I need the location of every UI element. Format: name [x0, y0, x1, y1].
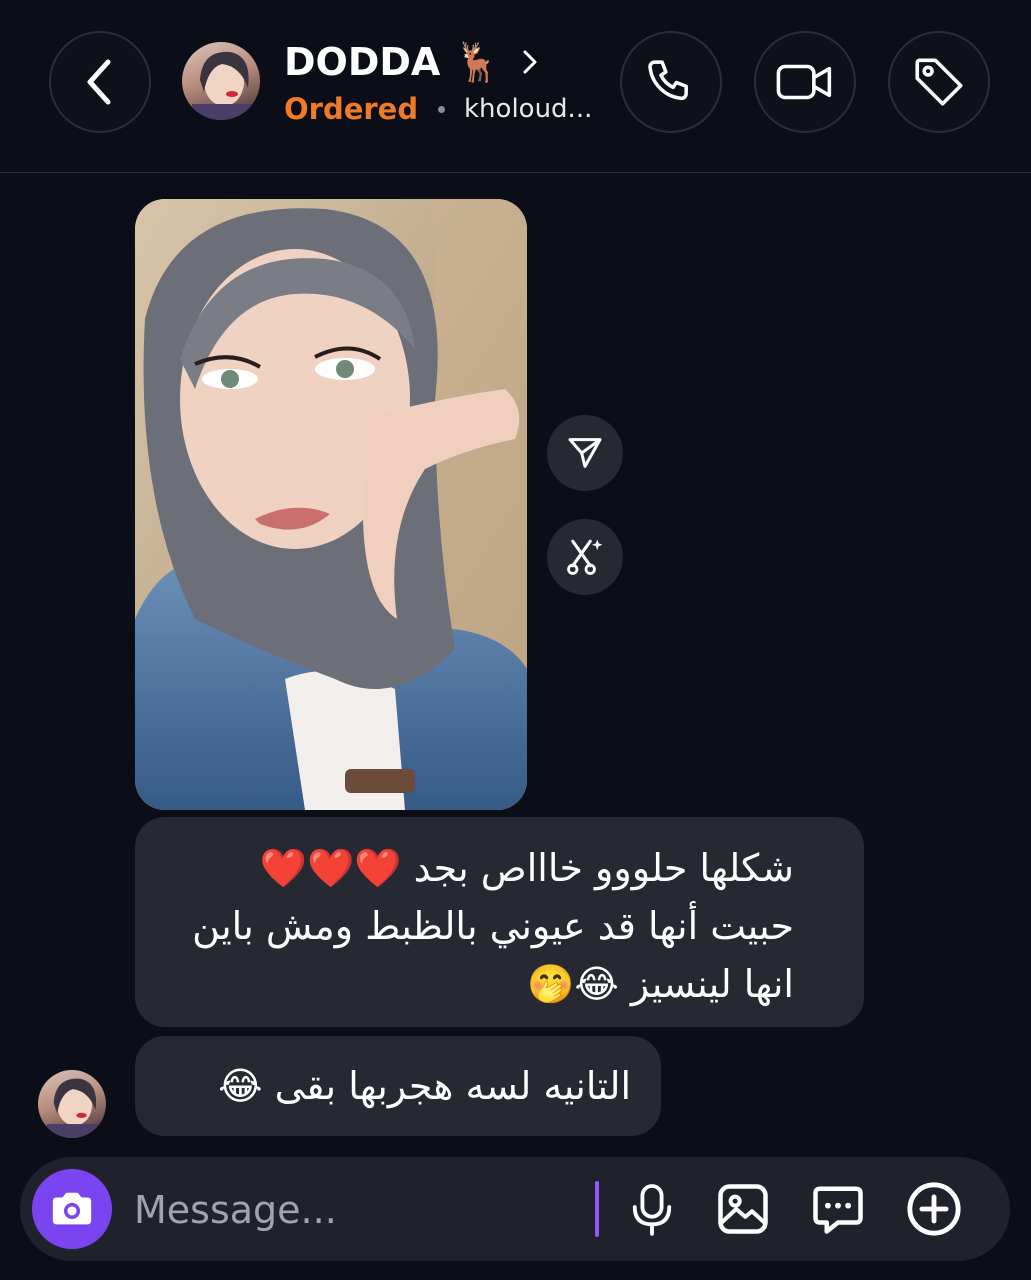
contact-handle: kholoud...	[464, 94, 593, 124]
contact-avatar[interactable]	[182, 42, 260, 120]
camera-button[interactable]	[32, 1169, 112, 1249]
ai-remix-icon	[567, 539, 603, 575]
video-call-button[interactable]	[754, 31, 856, 133]
message-bubble[interactable]: شكلها حلووو خاااص بجد ❤️❤️❤️ حبيت أنها ق…	[135, 817, 864, 1027]
avatar-image	[46, 1078, 100, 1138]
gallery-icon	[718, 1184, 768, 1234]
microphone-icon	[632, 1184, 672, 1236]
message-line: شكلها حلووو خاااص بجد ❤️❤️❤️	[259, 846, 794, 890]
call-button[interactable]	[620, 31, 722, 133]
more-options-button[interactable]	[904, 1179, 964, 1239]
photo-image	[135, 199, 527, 810]
voice-message-button[interactable]	[622, 1179, 682, 1239]
message-line: انها لينسيز 😂🤭	[527, 962, 794, 1006]
message-input[interactable]	[132, 1179, 576, 1241]
image-message[interactable]	[135, 199, 527, 810]
chat-header: DODDA 🦌 Ordered kholoud...	[0, 0, 1031, 173]
video-camera-icon	[776, 64, 832, 100]
message-line: حبيت أنها قد عيوني بالظبط ومش باين	[192, 904, 794, 948]
message-composer	[20, 1157, 1010, 1261]
plus-icon	[907, 1182, 961, 1236]
separator-dot	[438, 106, 445, 113]
sticker-button[interactable]	[808, 1179, 868, 1239]
message-bubble[interactable]: التانيه لسه هجربها بقى 😂	[135, 1036, 661, 1136]
camera-icon	[52, 1192, 92, 1225]
tag-button[interactable]	[888, 31, 990, 133]
share-icon	[568, 438, 602, 468]
sticker-chat-icon	[813, 1186, 863, 1234]
back-chevron-icon	[87, 59, 111, 105]
status-badge: Ordered	[284, 92, 419, 126]
chevron-right-icon[interactable]	[520, 46, 540, 78]
avatar-image	[192, 51, 252, 120]
tag-icon	[915, 58, 963, 106]
contact-name[interactable]: DODDA 🦌	[284, 40, 501, 85]
message-line: التانيه لسه هجربها بقى 😂	[218, 1064, 631, 1108]
gallery-button[interactable]	[713, 1179, 773, 1239]
back-button[interactable]	[49, 31, 151, 133]
text-cursor	[595, 1181, 599, 1237]
phone-icon	[648, 60, 688, 101]
ai-remix-button[interactable]	[547, 519, 623, 595]
share-button[interactable]	[547, 415, 623, 491]
sender-avatar[interactable]	[38, 1070, 106, 1138]
